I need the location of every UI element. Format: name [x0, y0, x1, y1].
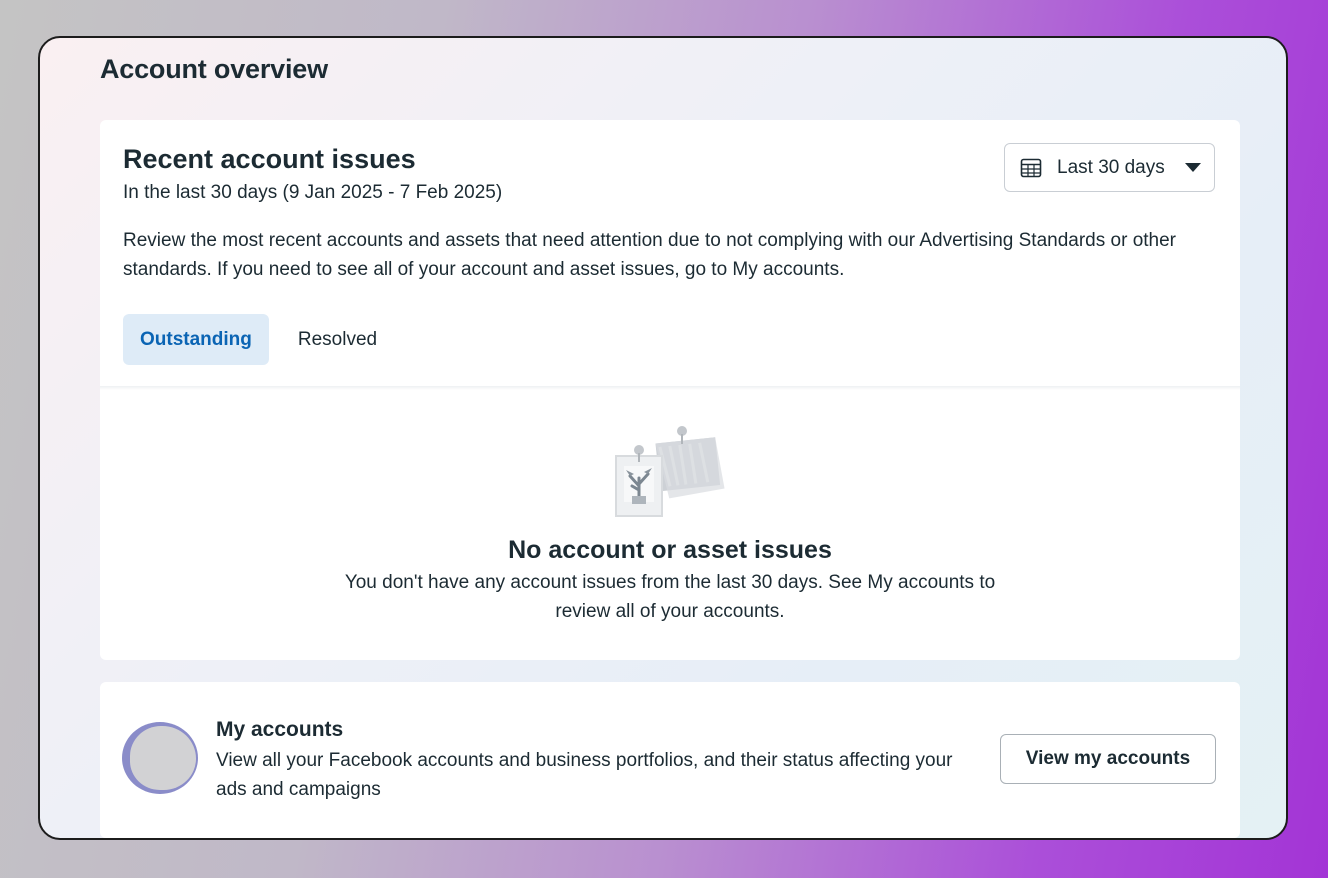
my-accounts-card: My accounts View all your Facebook accou…: [100, 682, 1240, 838]
my-accounts-description: View all your Facebook accounts and busi…: [216, 750, 953, 800]
caret-down-icon: [1184, 163, 1201, 172]
empty-state-title: No account or asset issues: [508, 536, 832, 564]
issues-date-range-text: In the last 30 days (9 Jan 2025 - 7 Feb …: [123, 182, 503, 203]
view-my-accounts-button[interactable]: View my accounts: [1000, 734, 1216, 784]
tab-outstanding[interactable]: Outstanding: [123, 314, 269, 365]
issues-description: Review the most recent accounts and asse…: [123, 230, 1176, 280]
recent-issues-card: Recent account issues In the last 30 day…: [100, 120, 1240, 660]
issues-tabs: Outstanding Resolved: [123, 314, 394, 365]
tab-resolved[interactable]: Resolved: [281, 314, 394, 365]
page-title: Account overview: [100, 54, 328, 84]
date-range-dropdown[interactable]: Last 30 days: [1004, 143, 1215, 192]
empty-state-description: You don't have any account issues from t…: [344, 572, 996, 622]
my-accounts-title: My accounts: [216, 718, 344, 741]
tabs-divider: [100, 386, 1240, 390]
app-window: Account overview Recent account issues I…: [38, 36, 1288, 840]
avatar: [122, 722, 198, 794]
issues-title: Recent account issues: [123, 144, 416, 174]
calendar-icon: [1020, 158, 1042, 177]
date-range-label: Last 30 days: [1057, 156, 1165, 178]
notes-illustration: [615, 426, 725, 517]
